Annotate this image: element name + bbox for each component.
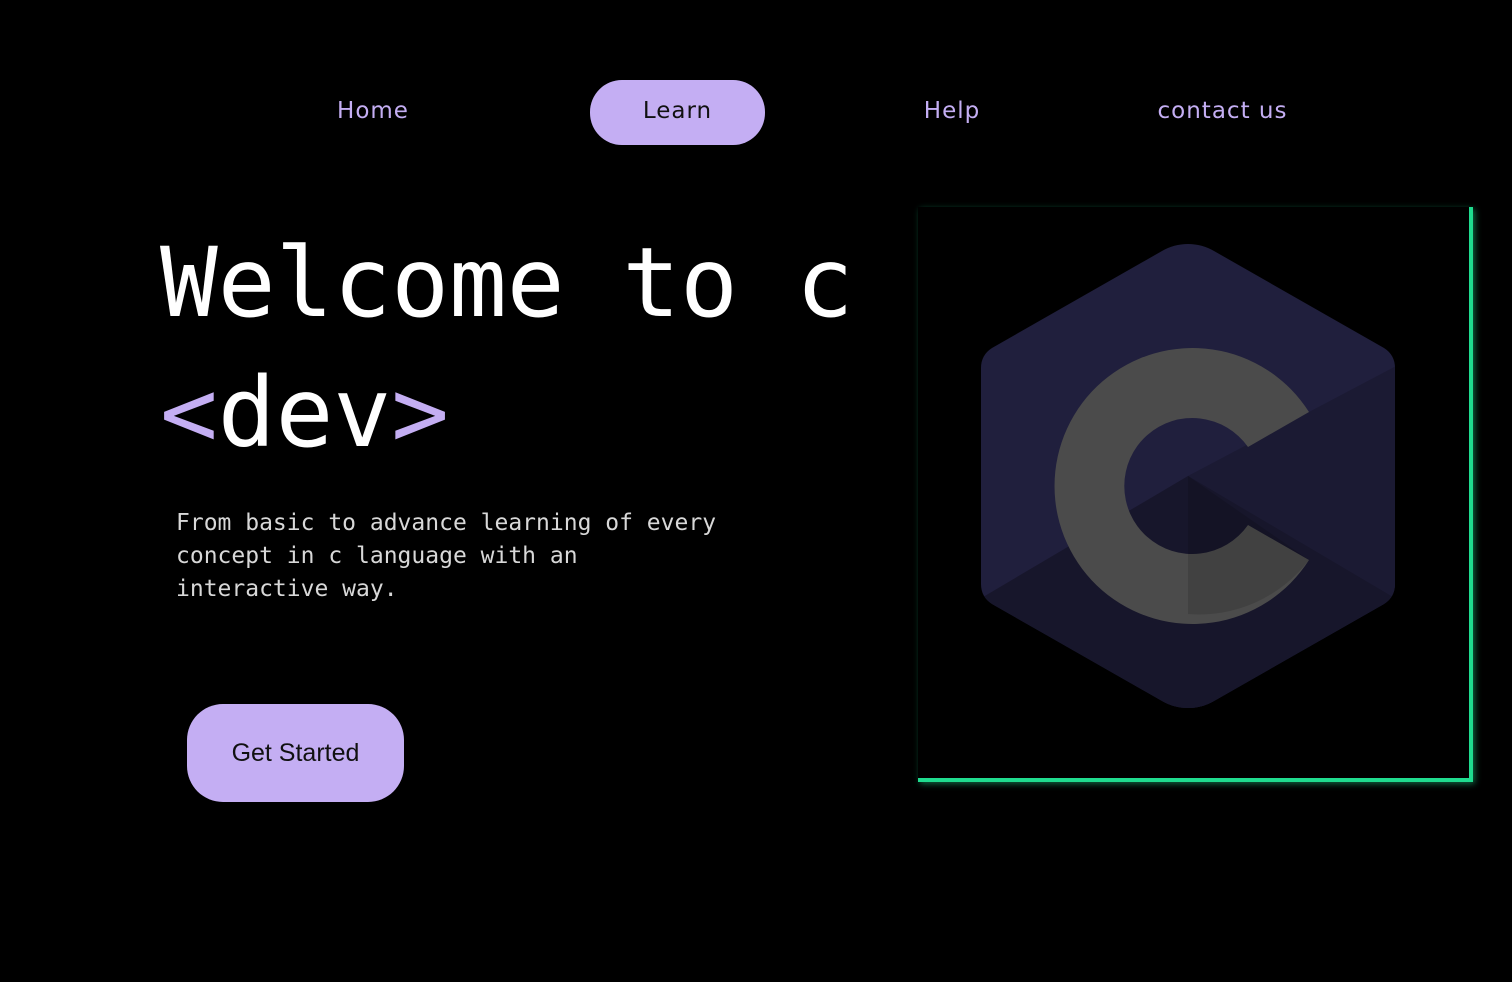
nav-help[interactable]: Help [902,80,1002,145]
open-bracket: < [160,357,218,469]
hero-title-line-2: <dev> [160,348,854,478]
get-started-button[interactable]: Get Started [187,704,404,802]
nav-learn[interactable]: Learn [590,80,765,145]
hero-title-line-1: Welcome to c [160,227,854,339]
c-language-logo-icon [981,244,1395,708]
close-bracket: > [391,357,449,469]
hero-description: From basic to advance learning of every … [176,510,717,602]
nav-contact-us[interactable]: contact us [1140,80,1305,145]
nav-home[interactable]: Home [318,80,428,145]
dev-word: dev [217,357,392,469]
hero-title: Welcome to c <dev> [160,218,854,478]
top-nav: Home Learn Help contact us [0,80,1512,145]
